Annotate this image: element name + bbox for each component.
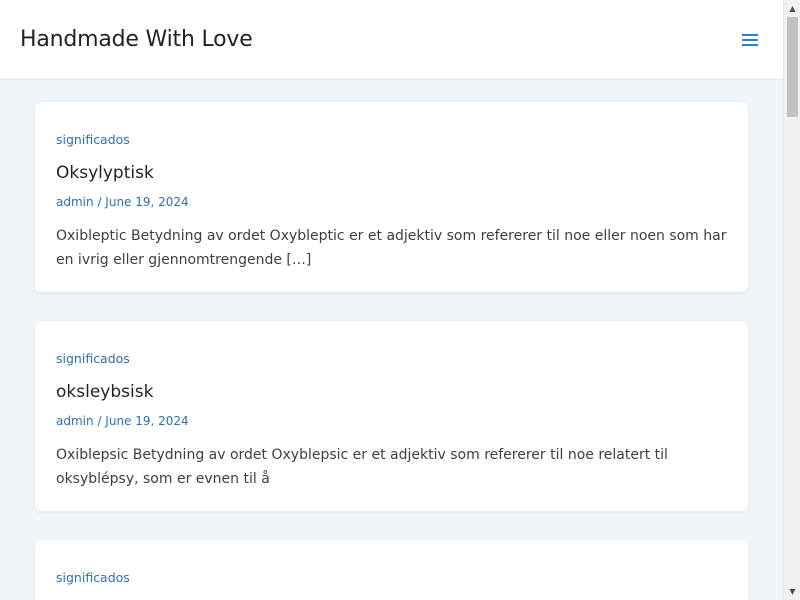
post-card: significados oksleybsisk admin / June 19…: [35, 321, 748, 511]
post-card: significados Oksylyptisk admin / June 19…: [35, 102, 748, 292]
post-author-link[interactable]: admin: [56, 195, 94, 209]
post-category-link[interactable]: significados: [56, 570, 130, 585]
site-title[interactable]: Handmade With Love: [20, 27, 253, 52]
post-title[interactable]: oksleybsisk: [56, 382, 727, 402]
hamburger-menu-icon[interactable]: [738, 28, 762, 52]
post-author-link[interactable]: admin: [56, 414, 94, 428]
post-card: significados: [35, 540, 748, 600]
post-category-link[interactable]: significados: [56, 351, 130, 366]
post-excerpt: Oxiblepsic Betydning av ordet Oxyblepsic…: [56, 447, 668, 487]
vertical-scrollbar[interactable]: ▲ ▼: [783, 0, 800, 600]
scroll-down-arrow-icon[interactable]: ▼: [784, 583, 800, 600]
page-viewport: Handmade With Love significados Oksylypt…: [0, 0, 783, 600]
post-title[interactable]: Oksylyptisk: [56, 163, 727, 183]
post-category-link[interactable]: significados: [56, 132, 130, 147]
site-header: Handmade With Love: [0, 0, 783, 80]
post-list: significados Oksylyptisk admin / June 19…: [0, 80, 783, 600]
scrollbar-thumb[interactable]: [787, 17, 798, 117]
post-date-link[interactable]: June 19, 2024: [105, 195, 188, 209]
post-date-link[interactable]: June 19, 2024: [105, 414, 188, 428]
post-excerpt: Oxibleptic Betydning av ordet Oxybleptic…: [56, 228, 727, 268]
post-meta: admin / June 19, 2024: [56, 414, 727, 428]
post-meta: admin / June 19, 2024: [56, 195, 727, 209]
scroll-up-arrow-icon[interactable]: ▲: [784, 0, 800, 17]
